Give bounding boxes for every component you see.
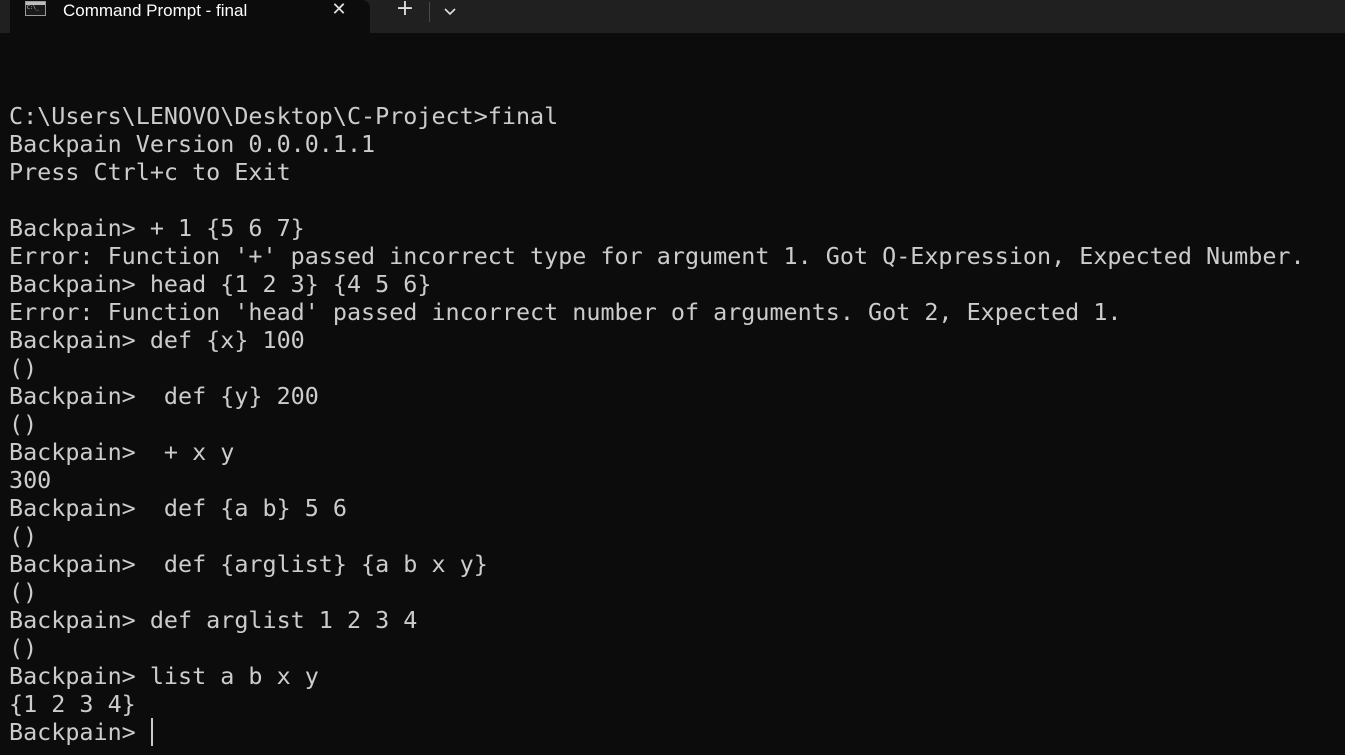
terminal-line: Backpain> + x y — [9, 438, 235, 466]
terminal-line: () — [9, 634, 38, 662]
terminal-line: Backpain> def {arglist} {a b x y} — [9, 550, 488, 578]
chevron-down-icon[interactable] — [438, 0, 462, 22]
terminal-line: Backpain> def {a b} 5 6 — [9, 494, 347, 522]
terminal-line: () — [9, 578, 38, 606]
terminal-line: Backpain> def {x} 100 — [9, 326, 305, 354]
terminal-line: Backpain> list a b x y — [9, 662, 319, 690]
terminal-icon — [25, 1, 46, 16]
terminal-line: C:\Users\LENOVO\Desktop\C-Project>final — [9, 102, 559, 130]
terminal-line: Backpain Version 0.0.0.1.1 — [9, 130, 376, 158]
terminal-line: Error: Function 'head' passed incorrect … — [9, 298, 1122, 326]
terminal-line: Error: Function '+' passed incorrect typ… — [9, 242, 1305, 270]
terminal-line: () — [9, 410, 38, 438]
terminal-line: () — [9, 354, 38, 382]
close-icon[interactable]: ✕ — [328, 0, 350, 22]
terminal-line: Press Ctrl+c to Exit — [9, 158, 291, 186]
terminal-output[interactable]: C:\Users\LENOVO\Desktop\C-Project>final B… — [9, 74, 1305, 746]
terminal-line: Backpain> def arglist 1 2 3 4 — [9, 606, 418, 634]
terminal-line: Backpain> head {1 2 3} {4 5 6} — [9, 270, 432, 298]
prompt-text: Backpain> — [9, 718, 150, 746]
plus-icon[interactable]: + — [392, 0, 418, 22]
terminal-line: Backpain> + 1 {5 6 7} — [9, 214, 305, 242]
terminal-prompt-line[interactable]: Backpain> — [9, 718, 1305, 746]
tab-title: Command Prompt - final — [63, 1, 248, 20]
terminal-line: 300 — [9, 466, 52, 494]
terminal-window: Command Prompt - final ✕ + C:\Users\LENO… — [0, 0, 1345, 755]
tab-command-prompt[interactable]: Command Prompt - final ✕ — [10, 0, 370, 33]
text-cursor — [150, 718, 153, 746]
tab-divider — [429, 2, 430, 22]
terminal-line: () — [9, 522, 38, 550]
title-bar: Command Prompt - final ✕ + — [0, 0, 1345, 33]
terminal-line: {1 2 3 4} — [9, 690, 136, 718]
terminal-line: Backpain> def {y} 200 — [9, 382, 319, 410]
